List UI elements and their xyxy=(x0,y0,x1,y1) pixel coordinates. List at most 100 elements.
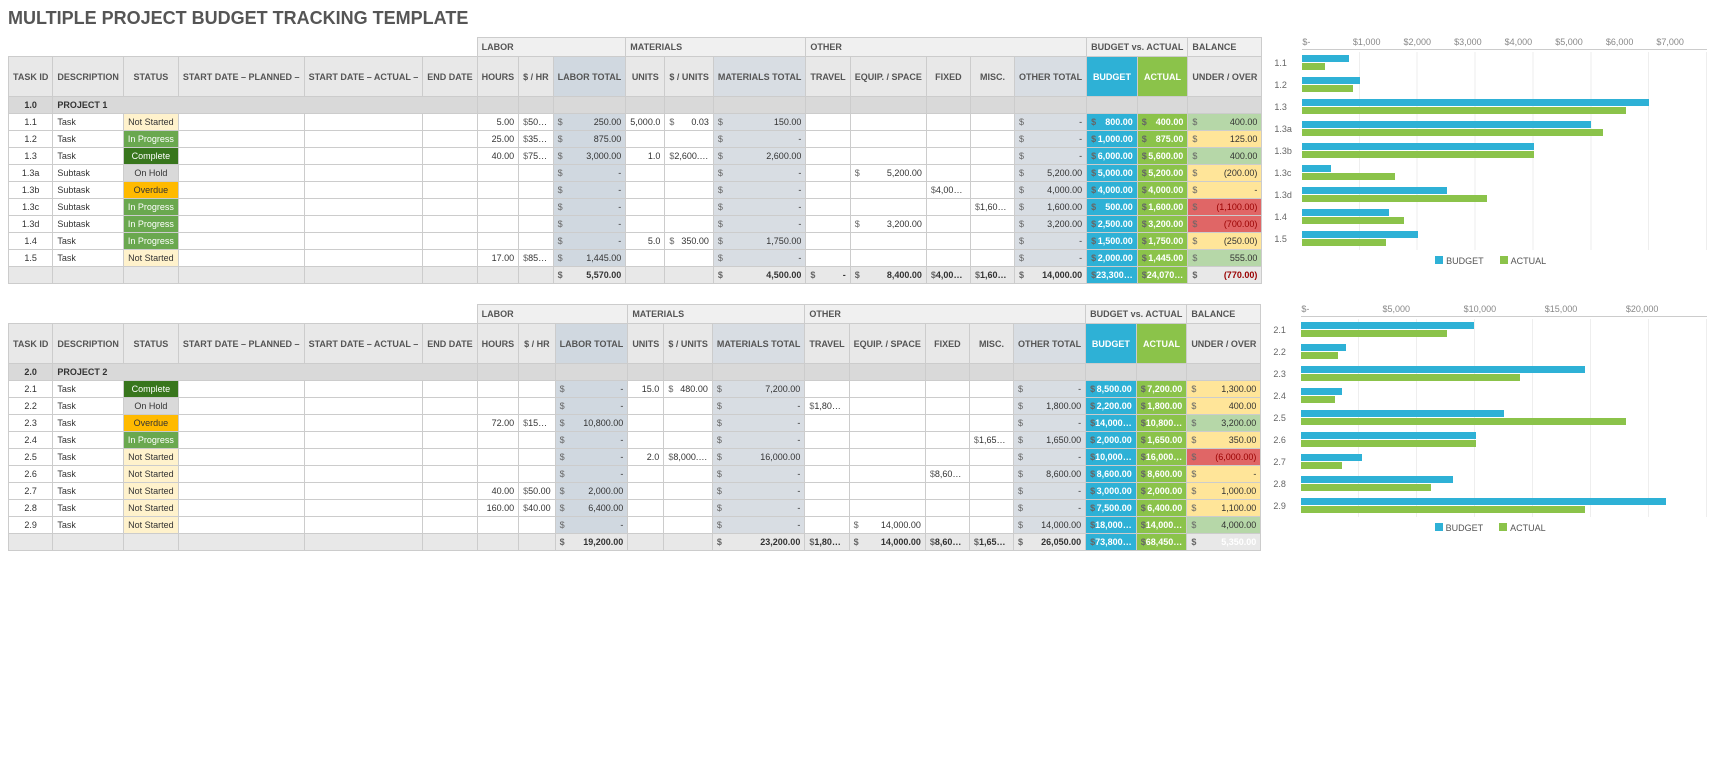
table-row[interactable]: 1.1TaskNot Started5.0050.00250.005,000.0… xyxy=(9,114,1262,131)
col-header: UNDER / OVER xyxy=(1188,57,1262,97)
chart-axis: $-$1,000$2,000$3,000$4,000$5,000$6,000$7… xyxy=(1302,37,1707,50)
chart-bar-row: 1.2 xyxy=(1274,74,1707,96)
col-header: MISC. xyxy=(969,324,1013,364)
col-header: START DATE – PLANNED – xyxy=(178,57,304,97)
chart-bar-row: 1.3d xyxy=(1274,184,1707,206)
table-row[interactable]: 1.2TaskIn Progress25.0035.00875.00--1,00… xyxy=(9,131,1262,148)
table-row[interactable]: 1.4TaskIn Progress-5.0350.001,750.00-1,5… xyxy=(9,233,1262,250)
status-badge: In Progress xyxy=(123,432,178,449)
col-header: EQUIP. / SPACE xyxy=(849,324,925,364)
chart-bar-row: 2.7 xyxy=(1273,451,1707,473)
chart-bar-row: 1.5 xyxy=(1274,228,1707,250)
status-badge: In Progress xyxy=(123,233,178,250)
table-row[interactable]: 1.3aSubtaskOn Hold--5,200.005,200.005,00… xyxy=(9,165,1262,182)
col-header: STATUS xyxy=(123,324,178,364)
col-header: ACTUAL xyxy=(1137,57,1188,97)
table-row[interactable]: 2.5TaskNot Started-2.08,000.0016,000.00-… xyxy=(9,449,1261,466)
col-header: UNDER / OVER xyxy=(1187,324,1261,364)
table-row[interactable]: 1.3bSubtaskOverdue--4,000.004,000.004,00… xyxy=(9,182,1262,199)
budget-table: LABORMATERIALSOTHERBUDGET vs. ACTUALBALA… xyxy=(8,37,1262,284)
project-header-row: 2.0PROJECT 2 xyxy=(9,364,1261,381)
status-badge: Not Started xyxy=(123,250,178,267)
page-title: MULTIPLE PROJECT BUDGET TRACKING TEMPLAT… xyxy=(8,8,1707,29)
col-header: START DATE – ACTUAL – xyxy=(304,324,423,364)
table-row[interactable]: 2.8TaskNot Started160.0040.006,400.00--7… xyxy=(9,500,1261,517)
table-row[interactable]: 2.4TaskIn Progress--1,650.001,650.002,00… xyxy=(9,432,1261,449)
table-row[interactable]: 2.3TaskOverdue72.00150.0010,800.00--14,0… xyxy=(9,415,1261,432)
status-badge: Not Started xyxy=(123,483,178,500)
chart-legend: BUDGETACTUAL xyxy=(1274,256,1707,266)
group-balance: BALANCE xyxy=(1188,38,1262,57)
col-header: HOURS xyxy=(477,57,519,97)
col-header: EQUIP. / SPACE xyxy=(850,57,926,97)
col-header: START DATE – ACTUAL – xyxy=(304,57,423,97)
table-row[interactable]: 1.3cSubtaskIn Progress--1,600.001,600.00… xyxy=(9,199,1262,216)
col-header: START DATE – PLANNED – xyxy=(178,324,304,364)
chart-bar-row: 2.5 xyxy=(1273,407,1707,429)
col-header: $ / UNITS xyxy=(664,324,713,364)
col-header: STATUS xyxy=(123,57,178,97)
totals-row: 19,200.0023,200.001,800.0014,000.008,600… xyxy=(9,534,1261,551)
chart-bar-row: 2.8 xyxy=(1273,473,1707,495)
col-header: END DATE xyxy=(423,57,477,97)
status-badge: Not Started xyxy=(123,449,178,466)
table-row[interactable]: 1.3dSubtaskIn Progress--3,200.003,200.00… xyxy=(9,216,1262,233)
status-badge: On Hold xyxy=(123,165,178,182)
col-header: OTHER TOTAL xyxy=(1013,324,1085,364)
table-row[interactable]: 2.9TaskNot Started--14,000.0014,000.0018… xyxy=(9,517,1261,534)
table-row[interactable]: 2.7TaskNot Started40.0050.002,000.00--3,… xyxy=(9,483,1261,500)
status-badge: Complete xyxy=(123,148,178,165)
col-header: $ / HR xyxy=(519,57,554,97)
chart-bar-row: 2.6 xyxy=(1273,429,1707,451)
col-header: BUDGET xyxy=(1087,57,1138,97)
status-badge: Not Started xyxy=(123,466,178,483)
group-materials: MATERIALS xyxy=(626,38,806,57)
group-other: OTHER xyxy=(805,305,1086,324)
project-header-row: 1.0PROJECT 1 xyxy=(9,97,1262,114)
chart-bar-row: 1.1 xyxy=(1274,52,1707,74)
col-header: MATERIALS TOTAL xyxy=(712,324,805,364)
budget-table: LABORMATERIALSOTHERBUDGET vs. ACTUALBALA… xyxy=(8,304,1261,551)
group-materials: MATERIALS xyxy=(628,305,805,324)
col-header: UNITS xyxy=(626,57,665,97)
col-header: TASK ID xyxy=(9,57,53,97)
group-bva: BUDGET vs. ACTUAL xyxy=(1087,38,1188,57)
table-row[interactable]: 2.1TaskComplete-15.0480.007,200.00-8,500… xyxy=(9,381,1261,398)
chart-axis: $-$5,000$10,000$15,000$20,000 xyxy=(1301,304,1707,317)
group-balance: BALANCE xyxy=(1187,305,1261,324)
col-header: OTHER TOTAL xyxy=(1014,57,1086,97)
col-header: END DATE xyxy=(423,324,477,364)
status-badge: In Progress xyxy=(123,216,178,233)
status-badge: Not Started xyxy=(123,500,178,517)
status-badge: Overdue xyxy=(123,182,178,199)
project-section: LABORMATERIALSOTHERBUDGET vs. ACTUALBALA… xyxy=(8,37,1707,284)
col-header: TASK ID xyxy=(9,324,53,364)
chart-bar-row: 2.4 xyxy=(1273,385,1707,407)
col-header: TRAVEL xyxy=(806,57,850,97)
col-header: MATERIALS TOTAL xyxy=(713,57,806,97)
col-header: $ / UNITS xyxy=(665,57,714,97)
chart-bar-row: 2.2 xyxy=(1273,341,1707,363)
col-header: HOURS xyxy=(477,324,519,364)
table-row[interactable]: 2.2TaskOn Hold--1,800.001,800.002,200.00… xyxy=(9,398,1261,415)
status-badge: In Progress xyxy=(123,199,178,216)
chart-bar-row: 1.3a xyxy=(1274,118,1707,140)
chart-bar-row: 1.3 xyxy=(1274,96,1707,118)
group-labor: LABOR xyxy=(477,38,626,57)
col-header: LABOR TOTAL xyxy=(555,324,628,364)
group-other: OTHER xyxy=(806,38,1087,57)
table-row[interactable]: 1.3TaskComplete40.0075.003,000.001.02,60… xyxy=(9,148,1262,165)
chart-bar-row: 2.3 xyxy=(1273,363,1707,385)
table-row[interactable]: 2.6TaskNot Started--8,600.008,600.008,60… xyxy=(9,466,1261,483)
col-header: DESCRIPTION xyxy=(53,324,124,364)
col-header: ACTUAL xyxy=(1136,324,1187,364)
status-badge: Overdue xyxy=(123,415,178,432)
col-header: FIXED xyxy=(926,57,970,97)
group-labor: LABOR xyxy=(477,305,628,324)
chart-bar-row: 1.3c xyxy=(1274,162,1707,184)
status-badge: Complete xyxy=(123,381,178,398)
chart-bar-row: 1.4 xyxy=(1274,206,1707,228)
table-row[interactable]: 1.5TaskNot Started17.0085.001,445.00--2,… xyxy=(9,250,1262,267)
project-section: LABORMATERIALSOTHERBUDGET vs. ACTUALBALA… xyxy=(8,304,1707,551)
col-header: $ / HR xyxy=(519,324,556,364)
